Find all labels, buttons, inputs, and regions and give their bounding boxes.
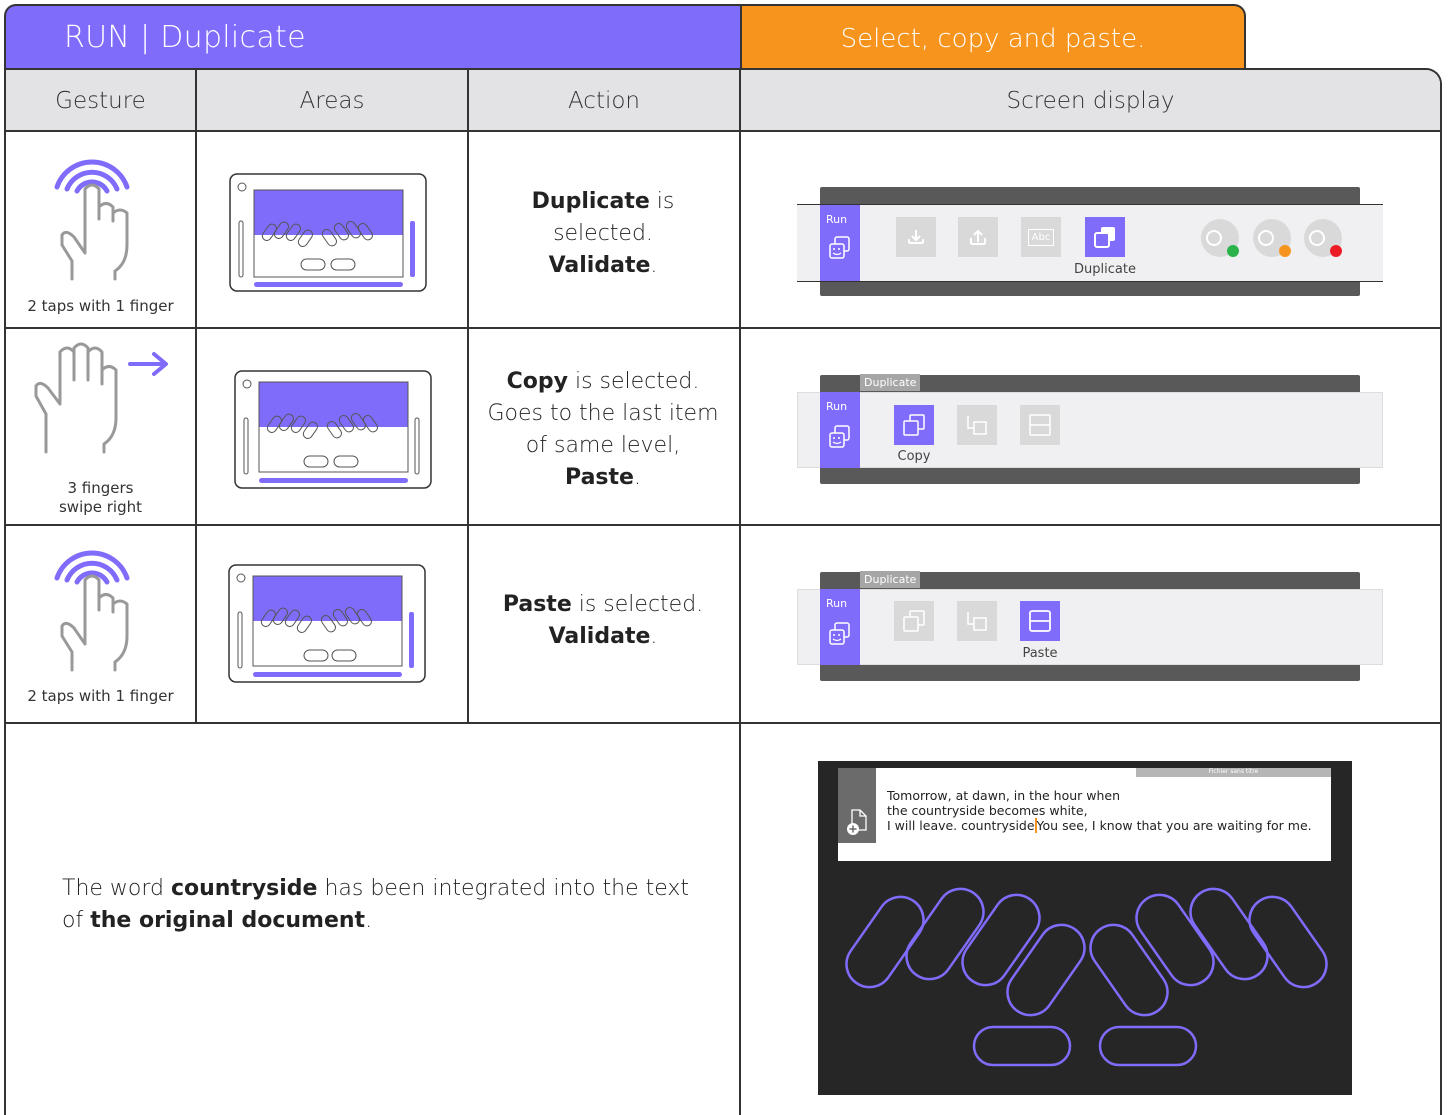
duplicate-faces-icon [829, 236, 850, 259]
cut-icon [967, 612, 987, 631]
selected-item-label: Copy [897, 449, 931, 464]
section-title-tab: RUN | Duplicate [4, 4, 744, 70]
paste-button[interactable] [1020, 405, 1060, 445]
copy-icon [903, 610, 925, 632]
action-description: Paste is selected. Validate. [469, 589, 737, 653]
import-button[interactable] [896, 217, 936, 257]
gesture-caption: swipe right [58, 498, 142, 516]
divider [6, 327, 1440, 329]
cut-button[interactable] [957, 601, 997, 641]
action-text: of same level, [525, 433, 681, 458]
device-areas-diagram [229, 173, 427, 292]
action-text: selected. [553, 221, 653, 246]
action-description: Copy is selected. Goes to the last item … [469, 366, 737, 494]
cut-button[interactable] [957, 405, 997, 445]
table-header: Gesture Areas Action Screen display [6, 70, 1440, 132]
new-file-panel [838, 768, 876, 843]
action-text: is selected. [571, 592, 704, 617]
action-text: . [633, 465, 641, 490]
action-description: Duplicate is selected. Validate. [469, 186, 737, 282]
gesture-caption: 3 fingers [67, 479, 134, 497]
document-editor: Fichier sans titre Tomorrow, at dawn, in… [838, 768, 1331, 861]
selected-item-label: Duplicate [1074, 262, 1136, 277]
run-tab: Run [820, 392, 860, 468]
tap-gesture-icon [54, 159, 130, 281]
duplicate-icon [1094, 227, 1115, 248]
run-tab: Run [820, 205, 860, 281]
divider [195, 70, 197, 724]
divider [739, 70, 741, 1115]
copy-icon [903, 414, 925, 436]
selected-item-label: Paste [1022, 646, 1058, 661]
braille-keys-diagram [845, 887, 1328, 1067]
new-file-icon [847, 809, 867, 835]
duplicate-button[interactable] [1085, 217, 1125, 257]
submenu-tag: Duplicate [860, 571, 921, 588]
abc-button[interactable]: Abc [1021, 217, 1061, 257]
abc-icon: Abc [1027, 228, 1055, 246]
duplicate-faces-icon [829, 622, 850, 645]
export-button[interactable] [958, 217, 998, 257]
copy-button[interactable] [894, 601, 934, 641]
paste-icon [1029, 414, 1051, 436]
action-keyword: Paste [502, 592, 572, 617]
gesture-caption: 2 taps with 1 finger [27, 687, 174, 705]
document-title: Fichier sans titre [1136, 768, 1331, 777]
action-text: is selected. [567, 369, 700, 394]
highlight-word: countryside [170, 876, 318, 901]
divider [6, 722, 1440, 724]
action-text: is [649, 189, 675, 214]
device-areas-diagram [228, 564, 426, 683]
cut-icon [967, 416, 987, 435]
duplicate-faces-icon [829, 425, 850, 448]
tap-gesture-icon [54, 550, 130, 672]
section-subtitle-tab: Select, copy and paste. [740, 4, 1246, 70]
document-text: Tomorrow, at dawn, in the hour when the … [887, 788, 1312, 833]
divider [6, 524, 1440, 526]
copy-button[interactable] [894, 405, 934, 445]
highlight-phrase: the original document [90, 908, 366, 933]
swipe-right-gesture-icon [34, 342, 168, 454]
paste-icon [1029, 610, 1051, 632]
toggle-icons [1201, 219, 1342, 257]
gesture-caption: 2 taps with 1 finger [27, 297, 174, 315]
action-keyword: Copy [506, 369, 568, 394]
action-text: Goes to the last item [487, 401, 719, 426]
result-description: The word countryside has been integrated… [62, 876, 690, 933]
device-areas-diagram [234, 370, 432, 489]
action-keyword: Validate [548, 253, 651, 278]
run-tab: Run [820, 589, 860, 665]
action-text: . [650, 624, 658, 649]
submenu-tag: Duplicate [860, 374, 921, 391]
header-gesture: Gesture [55, 88, 146, 114]
header-action: Action [567, 88, 641, 114]
header-areas: Areas [299, 88, 365, 114]
download-icon [908, 230, 924, 244]
header-screen-display: Screen display [1006, 88, 1175, 114]
action-keyword: Validate [548, 624, 651, 649]
action-keyword: Duplicate [531, 189, 650, 214]
paste-button[interactable] [1020, 601, 1060, 641]
action-keyword: Paste [565, 465, 634, 490]
action-text: . [650, 253, 658, 278]
upload-icon [970, 229, 986, 245]
